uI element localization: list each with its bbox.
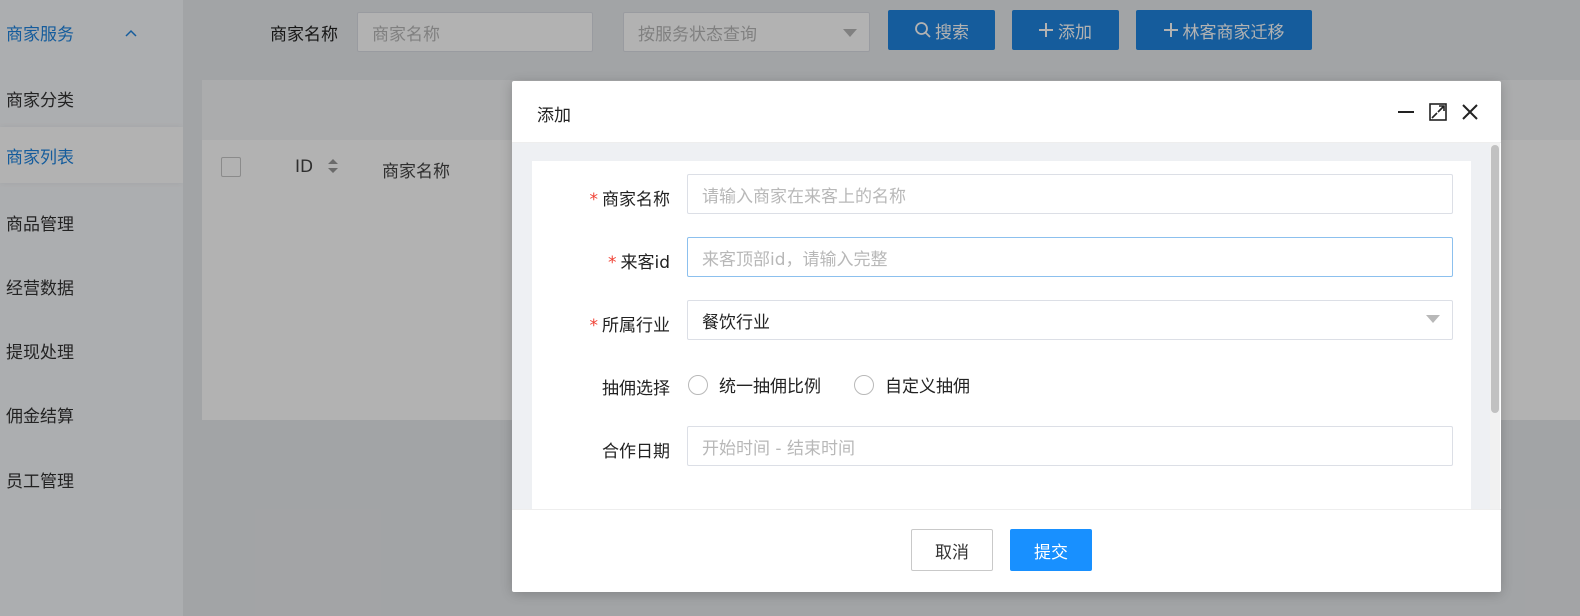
merchant-name-placeholder: 请输入商家在来客上的名称 bbox=[702, 186, 906, 207]
commission-label: 抽佣选择 bbox=[602, 379, 670, 399]
coop-date-range-picker[interactable]: 开始时间 - 结束时间 bbox=[687, 426, 1453, 466]
minimize-icon[interactable] bbox=[1395, 101, 1417, 123]
merchant-name-input[interactable]: 请输入商家在来客上的名称 bbox=[687, 174, 1453, 214]
radio-label: 统一抽佣比例 bbox=[719, 377, 821, 397]
dialog-header: 添加 bbox=[512, 81, 1501, 143]
radio-circle bbox=[854, 374, 874, 395]
dialog-body: * 商家名称 请输入商家在来客上的名称 * 来客id 来客顶部id，请输入完整 * 所… bbox=[512, 143, 1490, 511]
industry-select[interactable]: 餐饮行业 bbox=[687, 300, 1453, 340]
radio-circle bbox=[688, 374, 708, 395]
laike-id-label: * 来客id bbox=[607, 253, 670, 273]
merchant-form: * 商家名称 请输入商家在来客上的名称 * 来客id 来客顶部id，请输入完整 * 所… bbox=[532, 161, 1471, 511]
dialog-title: 添加 bbox=[537, 106, 571, 126]
radio-unified-commission[interactable]: 统一抽佣比例 bbox=[688, 372, 821, 397]
radio-custom-commission[interactable]: 自定义抽佣 bbox=[854, 372, 970, 397]
submit-button[interactable]: 提交 bbox=[1010, 529, 1092, 571]
industry-label: * 所属行业 bbox=[589, 316, 671, 336]
caret-down-icon bbox=[1426, 315, 1440, 323]
maximize-icon[interactable] bbox=[1427, 101, 1449, 123]
dialog-footer: 取消 提交 bbox=[512, 509, 1501, 592]
coop-date-label: 合作日期 bbox=[602, 442, 670, 462]
coop-date-placeholder: 开始时间 - 结束时间 bbox=[702, 438, 855, 459]
scrollbar-thumb[interactable] bbox=[1491, 145, 1499, 413]
merchant-name-label: * 商家名称 bbox=[589, 190, 671, 210]
radio-label: 自定义抽佣 bbox=[885, 377, 970, 397]
industry-selected-value: 餐饮行业 bbox=[702, 312, 770, 333]
add-merchant-dialog: 添加 * 商家名称 请输入商家在来客上的名称 * 来客id 来客顶部id，请输入完整… bbox=[512, 81, 1501, 592]
laike-id-input[interactable]: 来客顶部id，请输入完整 bbox=[687, 237, 1453, 277]
laike-id-placeholder: 来客顶部id，请输入完整 bbox=[702, 249, 888, 270]
cancel-button[interactable]: 取消 bbox=[911, 529, 993, 571]
dialog-scrollbar[interactable] bbox=[1490, 143, 1500, 509]
close-icon[interactable] bbox=[1459, 101, 1481, 123]
